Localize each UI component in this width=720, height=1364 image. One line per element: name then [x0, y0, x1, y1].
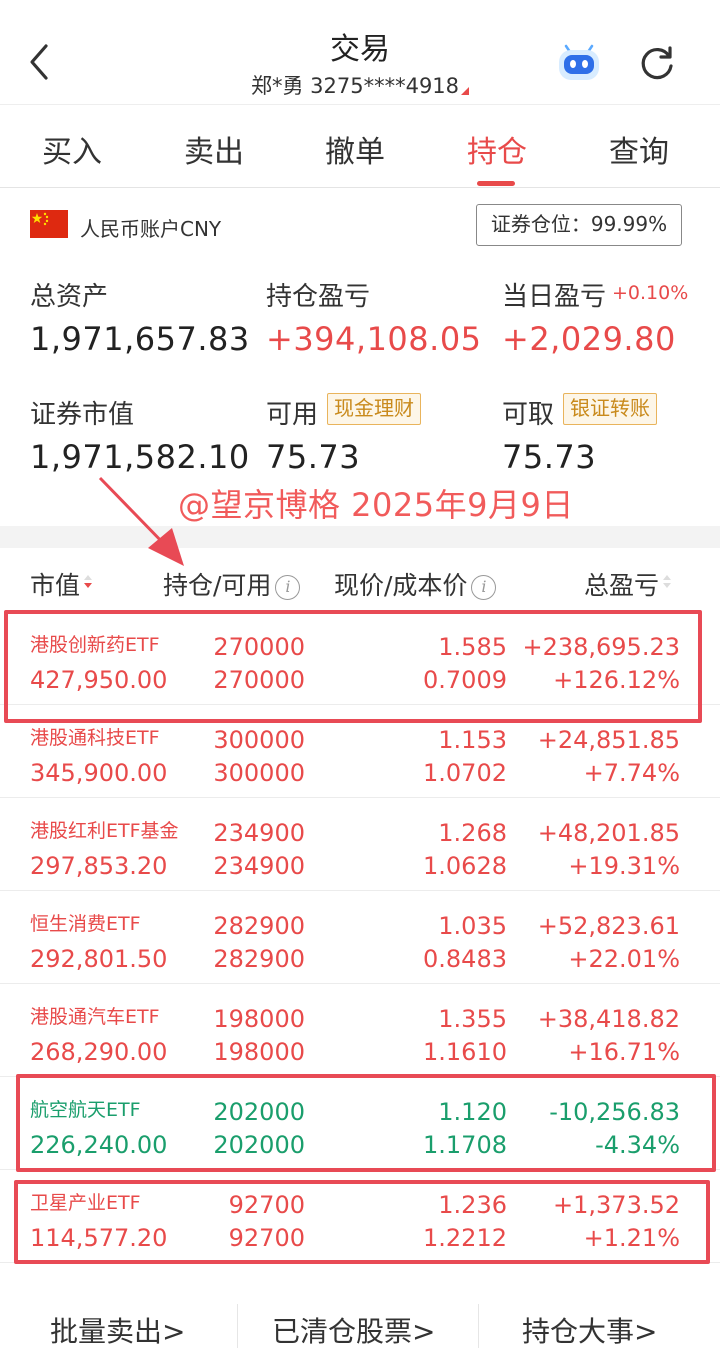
- tab-sell[interactable]: 卖出: [154, 127, 274, 171]
- sort-icon: [661, 574, 673, 594]
- col-header-holding-label: 持仓/可用: [163, 571, 272, 600]
- position-available: 198000: [213, 1038, 305, 1066]
- position-cost: 0.8483: [423, 945, 507, 973]
- position-events-button[interactable]: 持仓大事>: [522, 1310, 657, 1350]
- col-header-market-value[interactable]: 市值: [30, 566, 94, 602]
- position-holding: 198000: [213, 1005, 305, 1033]
- total-assets-label: 总资产: [30, 282, 109, 312]
- col-header-price-label: 现价/成本价: [334, 571, 468, 600]
- col-header-market-value-label: 市值: [30, 571, 81, 600]
- withdrawable-value: 75.73: [502, 438, 597, 476]
- position-pl-percent: +22.01%: [568, 945, 680, 973]
- info-icon[interactable]: i: [471, 575, 497, 600]
- position-market-value: 292,801.50: [30, 945, 168, 973]
- position-price: 1.355: [438, 1005, 507, 1033]
- position-ratio-badge: 证券仓位：99.99%: [476, 204, 682, 246]
- col-header-total-pl[interactable]: 总盈亏: [584, 566, 673, 602]
- app-header: 交易 郑*勇 3275****4918: [0, 0, 720, 104]
- page-title: 交易: [330, 32, 390, 67]
- cleared-stocks-button[interactable]: 已清仓股票>: [272, 1310, 435, 1350]
- total-assets-value: 1,971,657.83: [30, 320, 250, 358]
- bank-transfer-button[interactable]: 银证转账: [563, 393, 657, 425]
- trade-tabs: 买入 卖出 撤单 持仓 查询: [0, 104, 720, 188]
- position-available: 234900: [213, 852, 305, 880]
- position-price: 1.153: [438, 726, 507, 754]
- position-name: 港股通汽车ETF: [30, 1006, 160, 1028]
- position-pl-percent: +7.74%: [583, 759, 680, 787]
- china-flag-icon: [30, 210, 68, 238]
- position-market-value: 345,900.00: [30, 759, 168, 787]
- highlight-box: [14, 1180, 710, 1264]
- ai-assistant-robot-icon[interactable]: [556, 40, 602, 84]
- divider: [478, 1304, 479, 1348]
- cash-management-button[interactable]: 现金理财: [327, 393, 421, 425]
- highlight-box: [16, 1074, 716, 1172]
- position-row[interactable]: 港股红利ETF基金 297,853.20 234900 234900 1.268 1.06…: [0, 798, 720, 891]
- tab-query[interactable]: 查询: [579, 127, 699, 171]
- account-id: 郑*勇 3275****4918: [250, 74, 460, 98]
- position-price: 1.268: [438, 819, 507, 847]
- withdrawable-label: 可取: [502, 400, 555, 430]
- account-switcher[interactable]: 郑*勇 3275****4918: [0, 70, 720, 100]
- available-label: 可用: [266, 400, 319, 430]
- bottom-action-bar: 批量卖出> 已清仓股票> 持仓大事>: [0, 1290, 720, 1364]
- available-value: 75.73: [266, 438, 361, 476]
- position-pl-label: 持仓盈亏: [266, 282, 371, 312]
- position-holding: 282900: [213, 912, 305, 940]
- highlight-box: [4, 610, 702, 723]
- position-cost: 1.0702: [423, 759, 507, 787]
- col-header-total-pl-label: 总盈亏: [584, 571, 660, 600]
- position-pl: +52,823.61: [537, 912, 680, 940]
- section-divider: [0, 526, 720, 548]
- position-available: 300000: [213, 759, 305, 787]
- position-row[interactable]: 恒生消费ETF 292,801.50 282900 282900 1.035 0.8483…: [0, 891, 720, 984]
- daily-pl-value: +2,029.80: [502, 320, 676, 358]
- divider: [237, 1304, 238, 1348]
- position-cost: 1.0628: [423, 852, 507, 880]
- position-pl: +24,851.85: [537, 726, 680, 754]
- refresh-icon[interactable]: [636, 42, 678, 84]
- position-pl: +38,418.82: [537, 1005, 680, 1033]
- position-available: 282900: [213, 945, 305, 973]
- position-name: 恒生消费ETF: [30, 913, 141, 935]
- market-value-value: 1,971,582.10: [30, 438, 250, 476]
- watermark-text: @望京博格 2025年9月9日: [178, 486, 574, 524]
- position-pl-percent: +16.71%: [568, 1038, 680, 1066]
- info-icon[interactable]: i: [275, 575, 301, 600]
- position-pl-value: +394,108.05: [266, 320, 482, 358]
- position-market-value: 268,290.00: [30, 1038, 168, 1066]
- batch-sell-button[interactable]: 批量卖出>: [50, 1310, 185, 1350]
- dropdown-corner-icon: [461, 87, 470, 95]
- active-tab-indicator: [477, 181, 515, 186]
- daily-pl-label: 当日盈亏: [502, 282, 607, 312]
- market-value-label: 证券市值: [30, 400, 135, 430]
- position-market-value: 297,853.20: [30, 852, 168, 880]
- position-pl: +48,201.85: [537, 819, 680, 847]
- col-header-price: 现价/成本价 i: [334, 566, 497, 602]
- currency-account-label: 人民币账户CNY: [80, 217, 222, 241]
- position-pl-percent: +19.31%: [568, 852, 680, 880]
- col-header-holding: 持仓/可用 i: [163, 566, 301, 602]
- position-row[interactable]: 港股通汽车ETF 268,290.00 198000 198000 1.355 1.161…: [0, 984, 720, 1077]
- position-name: 港股通科技ETF: [30, 727, 160, 749]
- tab-positions[interactable]: 持仓: [437, 127, 557, 171]
- sort-desc-icon: [82, 574, 94, 594]
- position-cost: 1.1610: [423, 1038, 507, 1066]
- position-holding: 300000: [213, 726, 305, 754]
- daily-pl-percent: +0.10%: [612, 282, 689, 304]
- tab-cancel-order[interactable]: 撤单: [295, 127, 415, 171]
- position-holding: 234900: [213, 819, 305, 847]
- tab-buy[interactable]: 买入: [12, 127, 132, 171]
- position-price: 1.035: [438, 912, 507, 940]
- position-name: 港股红利ETF基金: [30, 820, 179, 842]
